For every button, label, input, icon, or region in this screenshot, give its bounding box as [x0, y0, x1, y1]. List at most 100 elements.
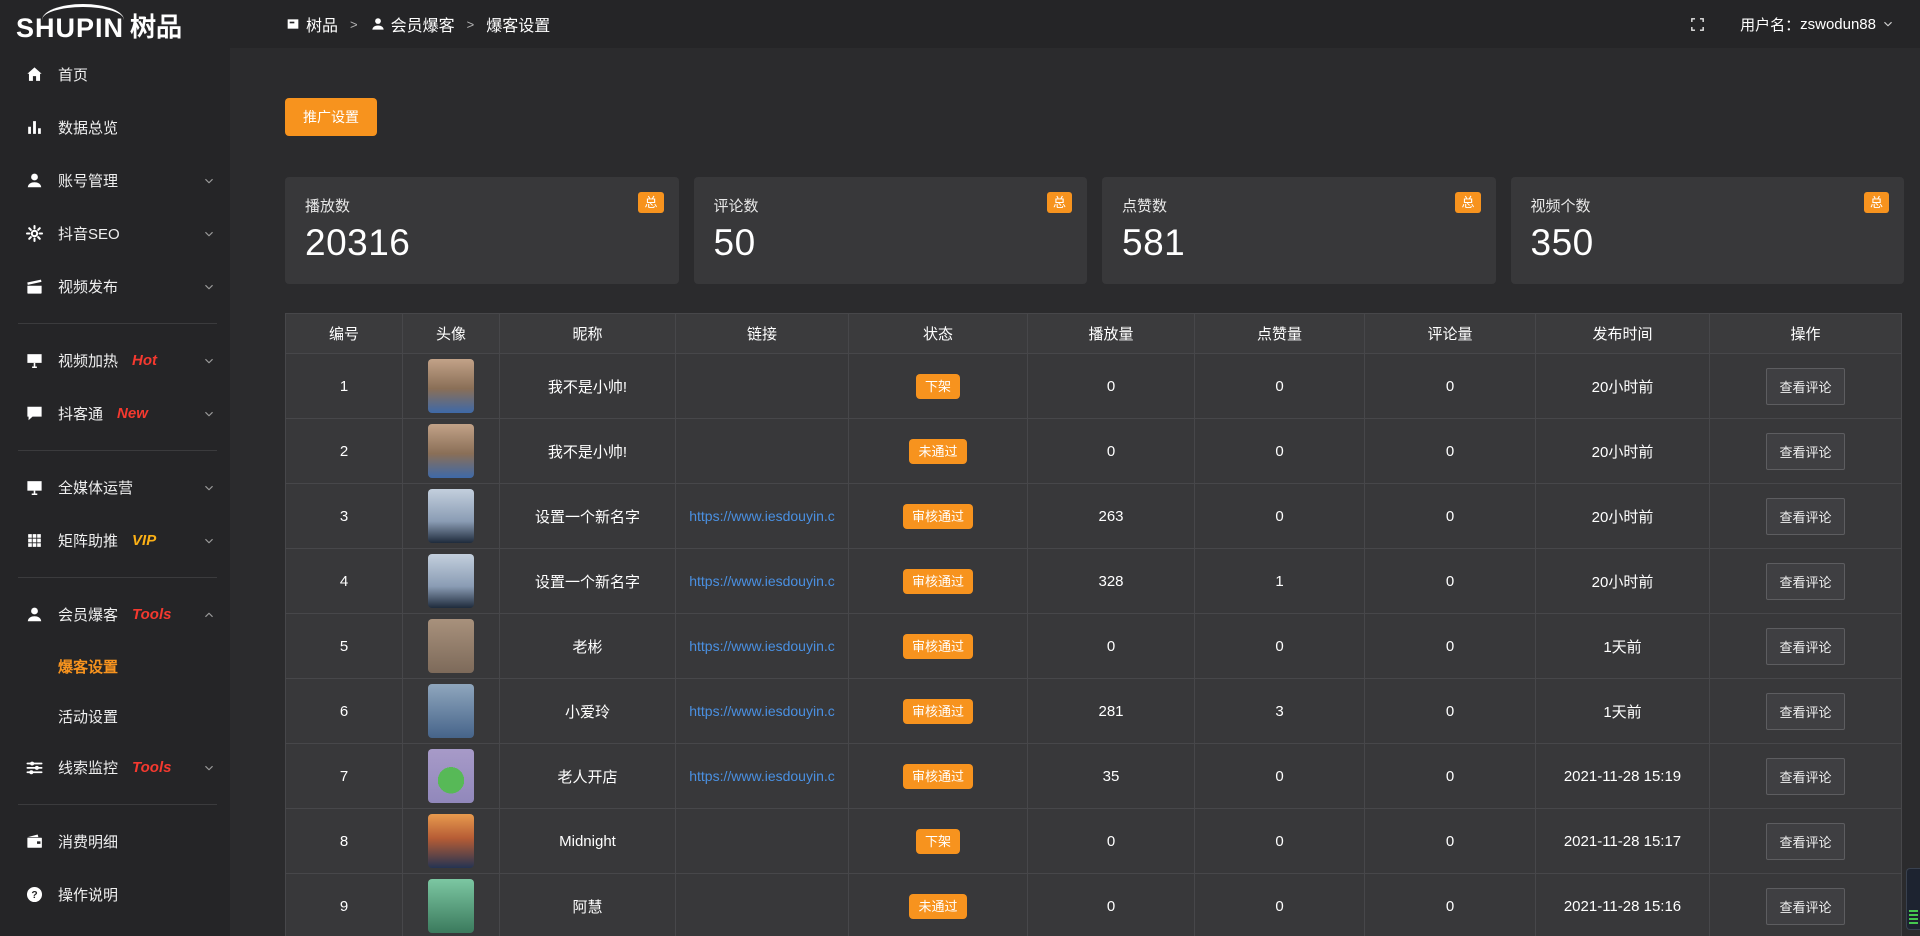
promo-settings-button[interactable]: 推广设置	[285, 98, 377, 136]
heat-icon	[25, 351, 44, 370]
user-icon	[370, 16, 386, 32]
cell-plays: 0	[1028, 419, 1195, 484]
stat-card-value: 581	[1122, 222, 1478, 264]
view-comments-button[interactable]: 查看评论	[1766, 693, 1844, 730]
cell-id: 9	[286, 874, 403, 936]
cell-link: https://www.iesdouyin.c	[676, 549, 849, 614]
table-row: 9阿慧未通过0002021-11-28 15:16查看评论	[286, 874, 1902, 936]
sidebar-item-0[interactable]: 首页	[0, 48, 230, 101]
column-header: 播放量	[1028, 314, 1195, 354]
cell-nickname: 我不是小帅!	[500, 419, 676, 484]
status-badge: 未通过	[909, 439, 966, 464]
cell-action: 查看评论	[1710, 809, 1902, 874]
svg-text:?: ?	[31, 890, 37, 901]
sidebar-item-3[interactable]: 抖音SEO	[0, 207, 230, 260]
status-badge: 审核通过	[903, 569, 973, 594]
sidebar-item-15[interactable]: 线索监控Tools	[0, 741, 230, 794]
view-comments-button[interactable]: 查看评论	[1766, 368, 1844, 405]
cell-id: 8	[286, 809, 403, 874]
douyin-link[interactable]: https://www.iesdouyin.c	[689, 768, 835, 784]
sidebar-item-6[interactable]: 视频加热Hot	[0, 334, 230, 387]
user-icon	[25, 605, 44, 624]
sidebar-item-label: 视频加热	[58, 350, 118, 371]
view-comments-button[interactable]: 查看评论	[1766, 758, 1844, 795]
douyin-link[interactable]: https://www.iesdouyin.c	[689, 573, 835, 589]
user-menu[interactable]: 用户名： zswodun88	[1740, 14, 1895, 35]
cell-id: 7	[286, 744, 403, 809]
view-comments-button[interactable]: 查看评论	[1766, 433, 1844, 470]
breadcrumb-label: 树品	[306, 12, 338, 36]
sidebar-item-7[interactable]: 抖客通New	[0, 387, 230, 440]
cell-avatar	[403, 809, 500, 874]
view-comments-button[interactable]: 查看评论	[1766, 628, 1844, 665]
sidebar-item-18[interactable]: ?操作说明	[0, 868, 230, 921]
cell-comments: 0	[1365, 419, 1536, 484]
sidebar-item-9[interactable]: 全媒体运营	[0, 461, 230, 514]
cell-nickname: 老彬	[500, 614, 676, 679]
cell-time: 20小时前	[1536, 419, 1710, 484]
fullscreen-icon[interactable]	[1689, 16, 1706, 33]
cell-status: 审核通过	[849, 484, 1028, 549]
app-logo[interactable]: SHUPIN 树品	[0, 0, 230, 44]
avatar	[428, 684, 474, 738]
cell-nickname: 小爱玲	[500, 679, 676, 744]
stat-card-value: 350	[1531, 222, 1887, 264]
sidebar-item-2[interactable]: 账号管理	[0, 154, 230, 207]
stat-card-3: 视频个数350总	[1511, 177, 1905, 284]
cell-link: https://www.iesdouyin.c	[676, 614, 849, 679]
breadcrumb: 树品>会员爆客>爆客设置	[285, 12, 550, 36]
cell-id: 3	[286, 484, 403, 549]
sidebar-divider	[18, 450, 217, 451]
sidebar-item-10[interactable]: 矩阵助推VIP	[0, 514, 230, 567]
sidebar-item-17[interactable]: 消费明细	[0, 815, 230, 868]
view-comments-button[interactable]: 查看评论	[1766, 563, 1844, 600]
sidebar-subitem-13[interactable]: 爆客设置	[0, 641, 230, 691]
table-row: 5老彬https://www.iesdouyin.c审核通过0001天前查看评论	[286, 614, 1902, 679]
stat-card-value: 50	[714, 222, 1070, 264]
sidebar-item-label: 会员爆客	[58, 604, 118, 625]
breadcrumb-item-1[interactable]: 会员爆客	[370, 12, 455, 36]
cell-avatar	[403, 679, 500, 744]
stat-card-value: 20316	[305, 222, 661, 264]
cell-status: 未通过	[849, 419, 1028, 484]
table-row: 7老人开店https://www.iesdouyin.c审核通过35002021…	[286, 744, 1902, 809]
cell-time: 20小时前	[1536, 484, 1710, 549]
cell-link	[676, 874, 849, 936]
cell-status: 审核通过	[849, 679, 1028, 744]
breadcrumb-item-0[interactable]: 树品	[285, 12, 338, 36]
cell-plays: 0	[1028, 874, 1195, 936]
view-comments-button[interactable]: 查看评论	[1766, 498, 1844, 535]
view-comments-button[interactable]: 查看评论	[1766, 888, 1844, 925]
chevron-down-icon	[1881, 17, 1895, 31]
cell-avatar	[403, 484, 500, 549]
sidebar-item-4[interactable]: 视频发布	[0, 260, 230, 313]
total-badge: 总	[638, 192, 663, 213]
cell-plays: 0	[1028, 354, 1195, 419]
view-comments-button[interactable]: 查看评论	[1766, 823, 1844, 860]
table-row: 6小爱玲https://www.iesdouyin.c审核通过281301天前查…	[286, 679, 1902, 744]
douyin-link[interactable]: https://www.iesdouyin.c	[689, 638, 835, 654]
avatar	[428, 489, 474, 543]
logo-text-cn: 树品	[130, 7, 182, 44]
table-row: 4设置一个新名字https://www.iesdouyin.c审核通过32810…	[286, 549, 1902, 614]
sidebar-divider	[18, 323, 217, 324]
cell-nickname: 阿慧	[500, 874, 676, 936]
cell-status: 下架	[849, 809, 1028, 874]
sidebar-item-tag: Tools	[132, 759, 171, 776]
douyin-link[interactable]: https://www.iesdouyin.c	[689, 703, 835, 719]
sidebar-subitem-label: 活动设置	[58, 706, 118, 727]
floating-widget[interactable]	[1906, 868, 1920, 930]
app-square-icon	[285, 16, 301, 32]
sidebar-item-tag: Tools	[132, 606, 171, 623]
cell-nickname: Midnight	[500, 809, 676, 874]
sidebar-item-1[interactable]: 数据总览	[0, 101, 230, 154]
sidebar-divider	[18, 577, 217, 578]
douyin-link[interactable]: https://www.iesdouyin.c	[689, 508, 835, 524]
cell-avatar	[403, 549, 500, 614]
breadcrumb-item-2[interactable]: 爆客设置	[486, 12, 550, 36]
username-label: 用户名：	[1740, 14, 1800, 35]
sidebar-subitem-14[interactable]: 活动设置	[0, 691, 230, 741]
logo-arc	[42, 4, 124, 20]
sidebar-item-12[interactable]: 会员爆客 Tools	[0, 588, 230, 641]
cell-time: 1天前	[1536, 679, 1710, 744]
